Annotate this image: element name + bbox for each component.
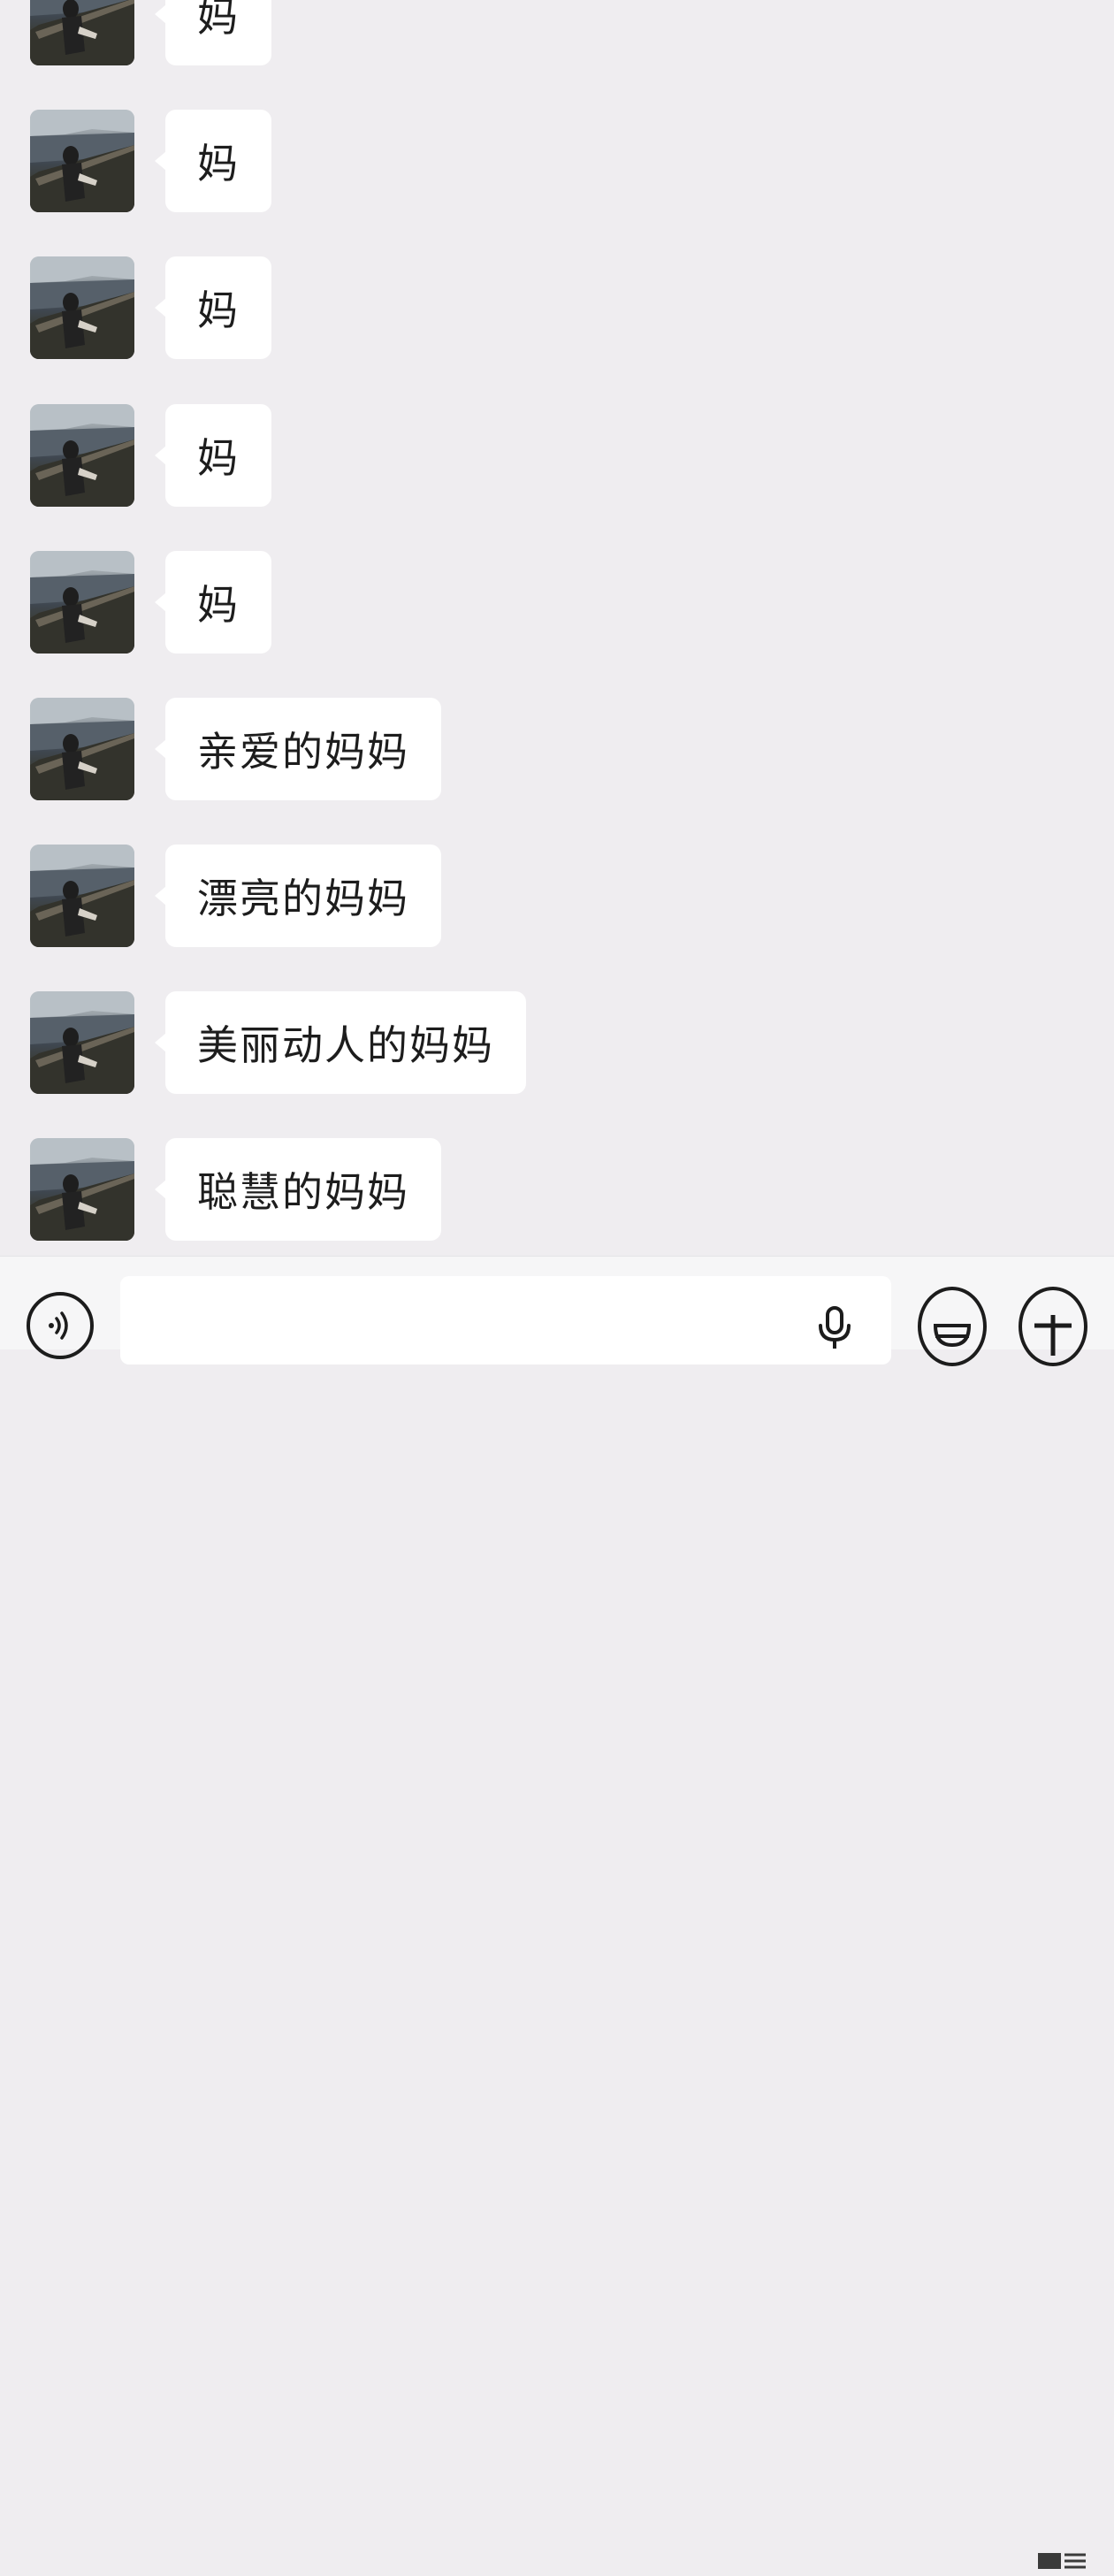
avatar[interactable] <box>30 1138 134 1241</box>
avatar[interactable] <box>30 404 134 507</box>
message-bubble[interactable]: 妈 <box>155 404 271 507</box>
seaside-person-avatar-icon <box>30 1138 134 1241</box>
seaside-person-avatar-icon <box>30 845 134 947</box>
message-bubble[interactable]: 妈 <box>155 256 271 359</box>
message-row: 妈 <box>0 110 1114 214</box>
message-bubble[interactable]: 亲爱的妈妈 <box>155 698 441 800</box>
app-menu-icon <box>1038 2553 1086 2569</box>
seaside-person-avatar-icon <box>30 551 134 654</box>
emoji-icon <box>933 1324 972 1348</box>
seaside-person-avatar-icon <box>30 0 134 65</box>
voice-mode-icon <box>49 1311 68 1340</box>
message-row: 美丽动人的妈妈 <box>0 991 1114 1096</box>
message-row: 亲爱的妈妈 <box>0 698 1114 802</box>
seaside-person-avatar-icon <box>30 698 134 800</box>
plus-icon <box>1034 1315 1072 1356</box>
chat-message-list[interactable]: 妈 妈 妈 妈 妈 亲爱的妈妈 漂亮的妈妈 美丽动人的妈妈 聪慧的妈妈 <box>0 0 1114 1256</box>
avatar[interactable] <box>30 0 134 65</box>
message-bubble[interactable]: 美丽动人的妈妈 <box>155 991 526 1094</box>
chat-input-bar <box>0 1256 1114 2569</box>
avatar[interactable] <box>30 698 134 800</box>
message-bubble[interactable]: 聪慧的妈妈 <box>155 1138 441 1241</box>
voice-mode-button[interactable] <box>27 1292 94 1359</box>
message-bubble[interactable]: 漂亮的妈妈 <box>155 845 441 947</box>
message-row: 妈 <box>0 404 1114 508</box>
message-row: 妈 <box>0 256 1114 361</box>
avatar[interactable] <box>30 110 134 212</box>
message-input[interactable] <box>120 1276 891 1364</box>
seaside-person-avatar-icon <box>30 110 134 212</box>
seaside-person-avatar-icon <box>30 991 134 1094</box>
avatar[interactable] <box>30 551 134 654</box>
seaside-person-avatar-icon <box>30 404 134 507</box>
seaside-person-avatar-icon <box>30 256 134 359</box>
message-row: 聪慧的妈妈 <box>0 1138 1114 1242</box>
avatar[interactable] <box>30 991 134 1094</box>
message-row: 妈 <box>0 0 1114 67</box>
message-bubble[interactable]: 妈 <box>155 551 271 654</box>
message-row: 妈 <box>0 551 1114 655</box>
avatar[interactable] <box>30 256 134 359</box>
microphone-icon[interactable] <box>815 1306 854 1350</box>
message-bubble[interactable]: 妈 <box>155 110 271 212</box>
avatar[interactable] <box>30 845 134 947</box>
emoji-button[interactable] <box>918 1287 987 1366</box>
message-bubble[interactable]: 妈 <box>155 0 271 65</box>
message-row: 漂亮的妈妈 <box>0 845 1114 949</box>
more-options-button[interactable] <box>1019 1287 1087 1366</box>
